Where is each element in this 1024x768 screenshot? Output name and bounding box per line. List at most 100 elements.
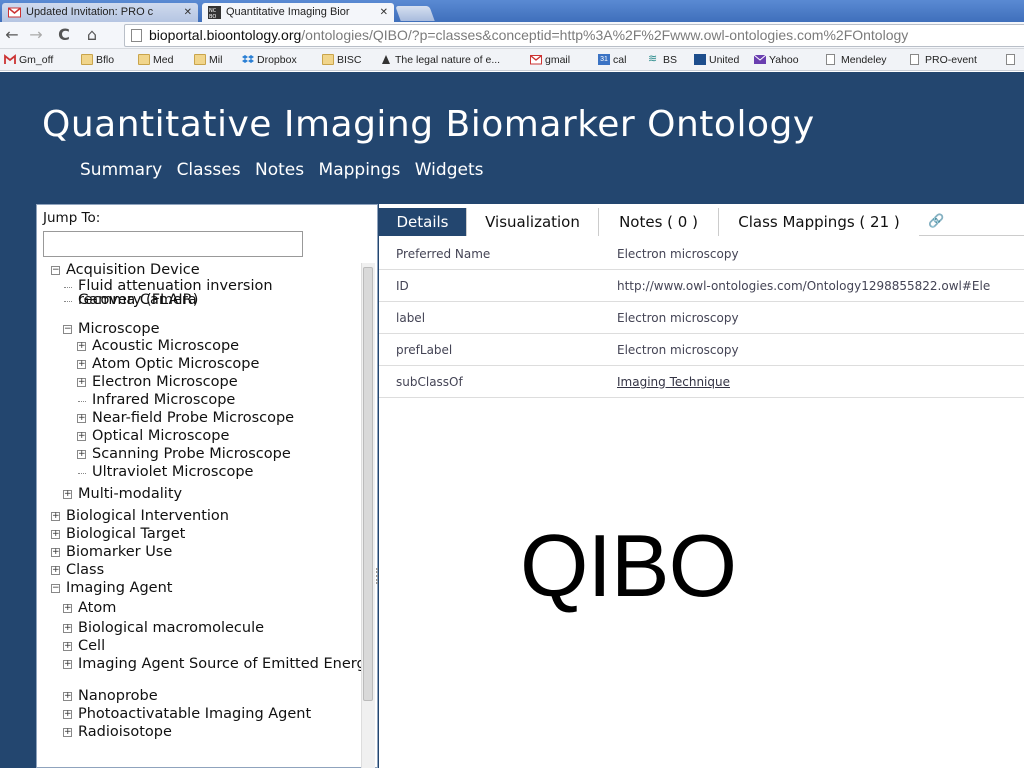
tree-node[interactable]: Imaging Agent [66, 581, 172, 596]
tree-node[interactable]: Gamma Camera [78, 293, 197, 308]
tree-node[interactable]: Biological Target [66, 527, 185, 542]
expand-icon[interactable]: + [63, 490, 72, 499]
bookmark-bflo[interactable]: Bflo [81, 53, 114, 67]
expand-icon[interactable]: + [51, 566, 60, 575]
tab-notes[interactable]: Notes ( 0 ) [599, 208, 719, 236]
tree-node[interactable]: Class [66, 563, 104, 578]
new-tab-button[interactable] [395, 6, 435, 21]
tree-node[interactable]: Electron Microscope [92, 375, 238, 390]
tab-details[interactable]: Details [379, 208, 467, 236]
bookmark-more[interactable] [1006, 53, 1021, 67]
bookmark-med[interactable]: Med [138, 53, 173, 67]
bookmark-dropbox[interactable]: Dropbox [242, 53, 297, 67]
expand-icon[interactable]: + [77, 450, 86, 459]
detail-label: label [396, 311, 426, 325]
tree-node[interactable]: Atom [78, 601, 116, 616]
tree-node[interactable]: Optical Microscope [92, 429, 229, 444]
page-icon [826, 54, 835, 65]
tree-node[interactable]: Radioisotope [78, 725, 172, 740]
tree-node[interactable]: Atom Optic Microscope [92, 357, 259, 372]
bookmark-bs[interactable]: ≋ BS [648, 53, 677, 67]
bookmark-legal-nature[interactable]: The legal nature of e... [380, 53, 500, 67]
tree-connector [78, 401, 86, 402]
tree-node[interactable]: Cell [78, 639, 105, 654]
nav-notes[interactable]: Notes [255, 160, 304, 180]
tree-node[interactable]: Photoactivatable Imaging Agent [78, 707, 311, 722]
detail-value: Electron microscopy [617, 343, 739, 357]
tab-visualization[interactable]: Visualization [467, 208, 599, 236]
united-icon [694, 54, 706, 65]
bookmark-bisc[interactable]: BISC [322, 53, 362, 67]
expand-icon[interactable]: + [63, 604, 72, 613]
back-arrow-icon[interactable]: ← [2, 25, 22, 45]
page-title: Quantitative Imaging Biomarker Ontology [42, 104, 815, 145]
tree-node[interactable]: Biological macromolecule [78, 621, 264, 636]
tree-node[interactable]: Acoustic Microscope [92, 339, 239, 354]
expand-icon[interactable]: + [77, 432, 86, 441]
permalink-icon[interactable]: 🔗 [928, 214, 944, 229]
folder-icon [81, 54, 93, 65]
expand-icon[interactable]: + [63, 692, 72, 701]
tab-class-mappings[interactable]: Class Mappings ( 21 ) [719, 208, 919, 236]
bookmark-gmail[interactable]: gmail [530, 53, 570, 67]
bookmark-united[interactable]: United [694, 53, 739, 67]
detail-row-id: ID http://www.owl-ontologies.com/Ontolog… [379, 270, 1024, 302]
bookmark-cal[interactable]: 31 cal [598, 53, 626, 67]
collapse-icon[interactable]: − [51, 266, 60, 275]
expand-icon[interactable]: + [51, 530, 60, 539]
collapse-icon[interactable]: − [51, 584, 60, 593]
tree-node[interactable]: Biomarker Use [66, 545, 172, 560]
bookmark-yahoo[interactable]: Yahoo [754, 53, 799, 67]
folder-icon [138, 54, 150, 65]
tree-scrollbar-thumb[interactable] [363, 267, 373, 701]
nav-widgets[interactable]: Widgets [415, 160, 484, 180]
detail-row-subclassof: subClassOf Imaging Technique [379, 366, 1024, 398]
collapse-icon[interactable]: − [63, 325, 72, 334]
close-icon[interactable]: ✕ [380, 3, 388, 22]
expand-icon[interactable]: + [63, 624, 72, 633]
expand-icon[interactable]: + [63, 660, 72, 669]
bookmark-pro-event[interactable]: PRO-event [910, 53, 977, 67]
forward-arrow-icon[interactable]: → [26, 25, 46, 45]
tree-node[interactable]: Scanning Probe Microscope [92, 447, 291, 462]
tree-connector [64, 287, 72, 288]
nav-mappings[interactable]: Mappings [319, 160, 401, 180]
browser-tab-qibo[interactable]: NC BO Quantitative Imaging Bior ✕ [202, 3, 394, 22]
bookmark-mil[interactable]: Mil [194, 53, 222, 67]
expand-icon[interactable]: + [51, 512, 60, 521]
tree-node[interactable]: Acquisition Device [66, 263, 200, 278]
detail-value: Electron microscopy [617, 247, 739, 261]
subclassof-link[interactable]: Imaging Technique [617, 366, 730, 397]
url-path: /ontologies/QIBO/?p=classes&conceptid=ht… [301, 27, 909, 43]
browser-tab-invitation[interactable]: Updated Invitation: PRO c ✕ [2, 3, 198, 22]
panel-resize-grip[interactable] [376, 568, 378, 584]
tree-node[interactable]: Imaging Agent Source of Emitted Energy [78, 657, 374, 672]
tree-node[interactable]: Multi-modality [78, 487, 182, 502]
address-bar[interactable]: bioportal.bioontology.org/ontologies/QIB… [124, 24, 1024, 47]
expand-icon[interactable]: + [63, 728, 72, 737]
browser-tab-title: Updated Invitation: PRO c [26, 6, 154, 18]
nav-summary[interactable]: Summary [80, 160, 162, 180]
expand-icon[interactable]: + [63, 710, 72, 719]
tree-node[interactable]: Microscope [78, 322, 160, 337]
jump-to-input[interactable] [43, 231, 303, 257]
tree-node[interactable]: Near-field Probe Microscope [92, 411, 294, 426]
tree-node[interactable]: Ultraviolet Microscope [92, 465, 253, 480]
tree-node[interactable]: Infrared Microscope [92, 393, 235, 408]
bookmark-gm-off[interactable]: Gm_off [4, 53, 53, 67]
expand-icon[interactable]: + [77, 414, 86, 423]
folder-icon [322, 54, 334, 65]
bookmark-mendeley[interactable]: Mendeley [826, 53, 887, 67]
reload-icon[interactable]: C [54, 25, 74, 45]
home-icon[interactable]: ⌂ [82, 25, 102, 45]
close-icon[interactable]: ✕ [184, 3, 192, 22]
tree-node[interactable]: Biological Intervention [66, 509, 229, 524]
expand-icon[interactable]: + [77, 360, 86, 369]
expand-icon[interactable]: + [77, 342, 86, 351]
expand-icon[interactable]: + [77, 378, 86, 387]
detail-row-label: label Electron microscopy [379, 302, 1024, 334]
expand-icon[interactable]: + [51, 548, 60, 557]
expand-icon[interactable]: + [63, 642, 72, 651]
tree-node[interactable]: Nanoprobe [78, 689, 337, 704]
nav-classes[interactable]: Classes [177, 160, 241, 180]
